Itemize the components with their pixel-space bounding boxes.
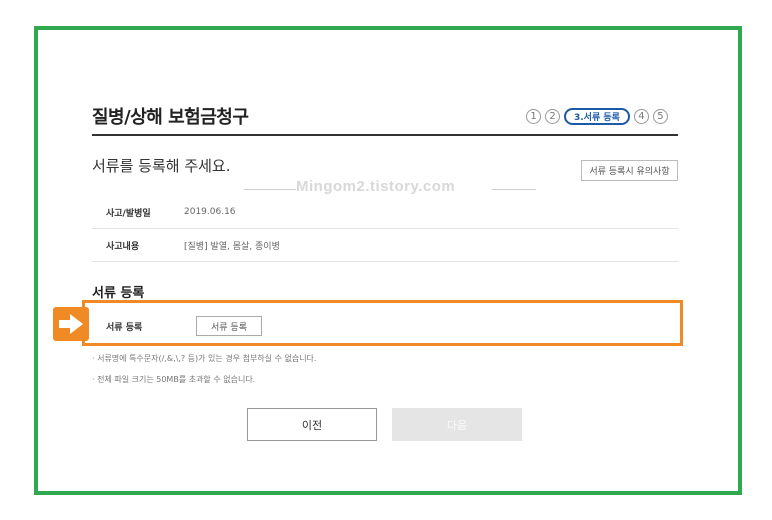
step-4: 4	[633, 108, 649, 124]
step-3-active: 3.서류 등록	[564, 107, 630, 125]
table-row: 사고내용 [질병] 발열, 몸살, 종이병	[92, 229, 678, 262]
accident-content-value: [질병] 발열, 몸살, 종이병	[184, 241, 280, 252]
accident-date-value: 2019.06.16	[184, 207, 236, 217]
page-title: 질병/상해 보험금청구	[92, 107, 249, 128]
step-2: 2	[545, 108, 560, 124]
watermark: Mingom2.tistory.com	[296, 178, 456, 195]
arrow-right-icon	[53, 307, 89, 341]
step-1: 1	[526, 108, 541, 124]
watermark-line-right	[492, 189, 536, 190]
file-size-note: · 전체 파일 크기는 50MB를 초과할 수 없습니다.	[92, 375, 256, 384]
accident-date-label: 사고/발병일	[106, 208, 151, 219]
upload-section-title: 서류 등록	[92, 286, 145, 301]
title-divider	[92, 134, 678, 136]
prev-button[interactable]: 이전	[247, 408, 377, 441]
special-char-note: · 서류명에 특수문자(/,&,\,? 등)가 있는 경우 첨부하실 수 없습니…	[92, 354, 317, 363]
upload-notice-button[interactable]: 서류 등록시 유의사항	[581, 160, 678, 181]
claim-info-table: 사고/발병일 2019.06.16 사고내용 [질병] 발열, 몸살, 종이병	[92, 196, 678, 262]
accident-content-label: 사고내용	[106, 241, 140, 252]
step-5: 5	[652, 108, 668, 124]
highlight-box	[82, 300, 683, 346]
page-subtitle: 서류를 등록해 주세요.	[92, 157, 231, 175]
step-indicator: 1 2 3.서류 등록 4 5	[526, 107, 668, 125]
table-row: 사고/발병일 2019.06.16	[92, 196, 678, 229]
watermark-line-left	[244, 189, 296, 190]
next-button[interactable]: 다음	[392, 408, 522, 441]
